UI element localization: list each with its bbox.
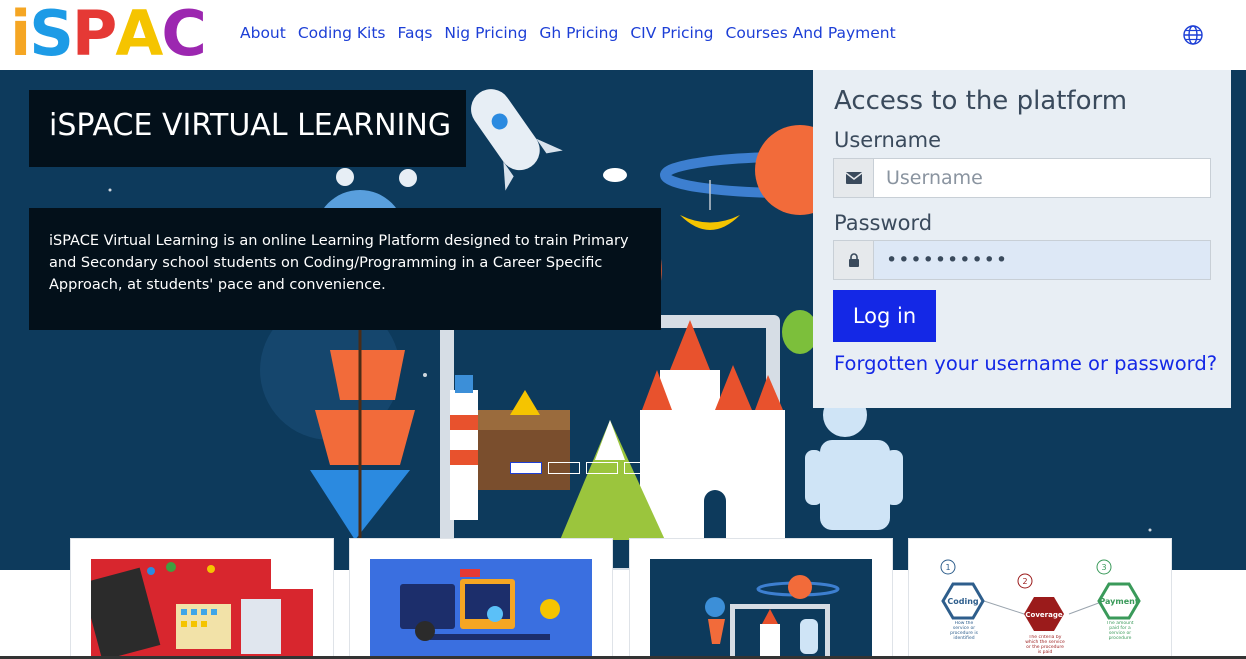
step-title: Coverage bbox=[1025, 611, 1062, 619]
nav-link-gh-pricing[interactable]: Gh Pricing bbox=[539, 24, 618, 42]
carousel-indicator-5[interactable] bbox=[662, 462, 694, 474]
card-image: 1 2 3 Coding Coverage Payment How the se… bbox=[929, 559, 1151, 659]
hero-title: iSPACE VIRTUAL LEARNING bbox=[49, 108, 452, 143]
hero-description-box: iSPACE Virtual Learning is an online Lea… bbox=[29, 208, 661, 330]
card-image bbox=[91, 559, 313, 659]
brand-logo[interactable]: iSPACE bbox=[10, 0, 225, 130]
card-programming[interactable] bbox=[349, 538, 613, 659]
nav-link-courses-and-payment[interactable]: Courses And Payment bbox=[726, 24, 896, 42]
hero-title-box: iSPACE VIRTUAL LEARNING bbox=[29, 90, 466, 167]
card-virtual-learning[interactable] bbox=[629, 538, 893, 659]
nav-links: About Coding Kits Faqs Nig Pricing Gh Pr… bbox=[240, 24, 896, 42]
logo-letter: S bbox=[29, 0, 74, 70]
password-input[interactable] bbox=[874, 241, 1210, 279]
login-button[interactable]: Log in bbox=[833, 290, 936, 342]
step-number: 3 bbox=[1101, 563, 1106, 572]
login-title: Access to the platform bbox=[834, 86, 1128, 116]
password-input-group bbox=[833, 240, 1211, 280]
nav-link-nig-pricing[interactable]: Nig Pricing bbox=[444, 24, 527, 42]
username-input[interactable] bbox=[874, 159, 1210, 197]
nav-link-about[interactable]: About bbox=[240, 24, 286, 42]
password-label: Password bbox=[834, 211, 933, 235]
card-payment-diagram[interactable]: 1 2 3 Coding Coverage Payment How the se… bbox=[908, 538, 1172, 659]
logo-letter: A bbox=[115, 0, 163, 70]
step-number: 2 bbox=[1022, 577, 1027, 586]
carousel-indicator-3[interactable] bbox=[586, 462, 618, 474]
globe-icon[interactable] bbox=[1182, 24, 1204, 46]
nav-link-faqs[interactable]: Faqs bbox=[398, 24, 433, 42]
carousel-indicator-1[interactable] bbox=[510, 462, 542, 474]
step-note: The criteria by which the service or the… bbox=[1025, 635, 1065, 655]
step-note: The amount paid for a service or procedu… bbox=[1106, 621, 1134, 641]
logo-letter: C bbox=[161, 0, 206, 70]
lock-icon bbox=[834, 241, 874, 279]
logo-letter: i bbox=[10, 0, 31, 70]
carousel-indicator-6[interactable] bbox=[700, 462, 732, 474]
step-number: 1 bbox=[945, 563, 950, 572]
logo-letter: P bbox=[71, 0, 117, 70]
carousel-indicator-2[interactable] bbox=[548, 462, 580, 474]
navbar: iSPACE About Coding Kits Faqs Nig Pricin… bbox=[0, 0, 1246, 130]
nav-link-civ-pricing[interactable]: CIV Pricing bbox=[630, 24, 713, 42]
card-image bbox=[370, 559, 592, 659]
carousel-indicators bbox=[510, 462, 732, 474]
card-coding-kits[interactable] bbox=[70, 538, 334, 659]
username-input-group bbox=[833, 158, 1211, 198]
carousel-indicator-4[interactable] bbox=[624, 462, 656, 474]
nav-link-coding-kits[interactable]: Coding Kits bbox=[298, 24, 386, 42]
username-label: Username bbox=[834, 128, 942, 152]
step-note: How the service or procedure is identifi… bbox=[950, 621, 978, 641]
envelope-icon bbox=[834, 159, 874, 197]
login-panel: Access to the platform Username Password… bbox=[813, 70, 1231, 408]
step-title: Coding bbox=[947, 597, 979, 606]
step-title: Payment bbox=[1099, 597, 1138, 606]
hero-description: iSPACE Virtual Learning is an online Lea… bbox=[49, 233, 629, 293]
card-image bbox=[650, 559, 872, 659]
forgot-password-link[interactable]: Forgotten your username or password? bbox=[834, 352, 1217, 375]
